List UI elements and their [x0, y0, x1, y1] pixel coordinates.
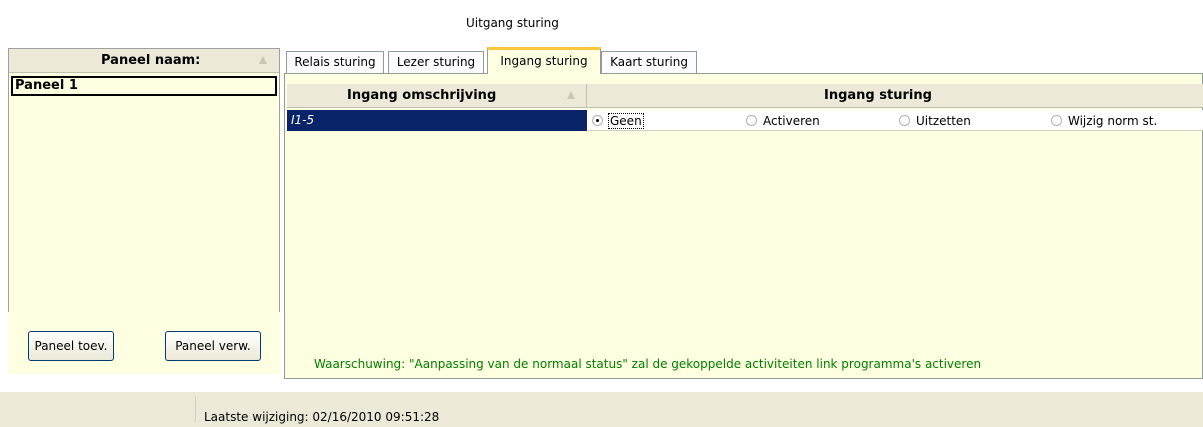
panel-list-item[interactable]: Paneel 1: [11, 76, 277, 96]
radio-unselected-icon: [746, 115, 757, 126]
last-modified-text: Laatste wijziging: 02/16/2010 09:51:28: [204, 410, 440, 424]
panel-name-column-header[interactable]: Paneel naam:: [9, 49, 279, 73]
panel-name-header-label: Paneel naam:: [101, 53, 201, 68]
tab-content-ingang-sturing: Ingang omschrijving Ingang sturing I1-5 …: [284, 73, 1203, 379]
tab-ingang-sturing[interactable]: Ingang sturing: [487, 47, 601, 74]
status-bar: Laatste wijziging: 02/16/2010 09:51:28: [0, 392, 1203, 427]
status-bar-panel: [6, 396, 196, 422]
tab-lezer-sturing[interactable]: Lezer sturing: [388, 51, 484, 73]
tab-relais-sturing[interactable]: Relais sturing: [286, 51, 384, 73]
radio-label: Uitzetten: [916, 114, 971, 128]
radio-label: Activeren: [763, 114, 820, 128]
sort-arrow-icon: [259, 56, 267, 64]
sort-arrow-icon: [567, 91, 575, 99]
column-header-ingang-sturing[interactable]: Ingang sturing: [588, 84, 1203, 108]
add-panel-button[interactable]: Paneel toev.: [28, 331, 114, 361]
radio-unselected-icon: [899, 115, 910, 126]
warning-message: Waarschuwing: "Aanpassing van de normaal…: [314, 357, 982, 371]
radio-label: Geen: [608, 113, 644, 129]
column-header-ingang-omschrijving[interactable]: Ingang omschrijving: [287, 84, 587, 108]
remove-panel-button[interactable]: Paneel verw.: [165, 331, 261, 361]
radio-selected-icon: [592, 115, 603, 126]
panel-buttons-area: Paneel toev. Paneel verw.: [8, 312, 280, 374]
radio-unselected-icon: [1051, 115, 1062, 126]
title-bar: Uitgang sturing: [0, 0, 1203, 44]
column-label: Ingang omschrijving: [347, 88, 497, 103]
table-row[interactable]: I1-5 Geen Activeren Uitzetten Wijzig nor…: [287, 110, 1203, 131]
window-title: Uitgang sturing: [466, 16, 559, 30]
tab-kaart-sturing[interactable]: Kaart sturing: [601, 51, 697, 73]
column-label: Ingang sturing: [824, 88, 932, 103]
radio-label: Wijzig norm st.: [1068, 114, 1158, 128]
grid-header: Ingang omschrijving Ingang sturing: [287, 84, 1203, 108]
ingang-sturing-options: Geen Activeren Uitzetten Wijzig norm st.: [588, 110, 1203, 131]
ingang-description-cell[interactable]: I1-5: [287, 110, 587, 131]
